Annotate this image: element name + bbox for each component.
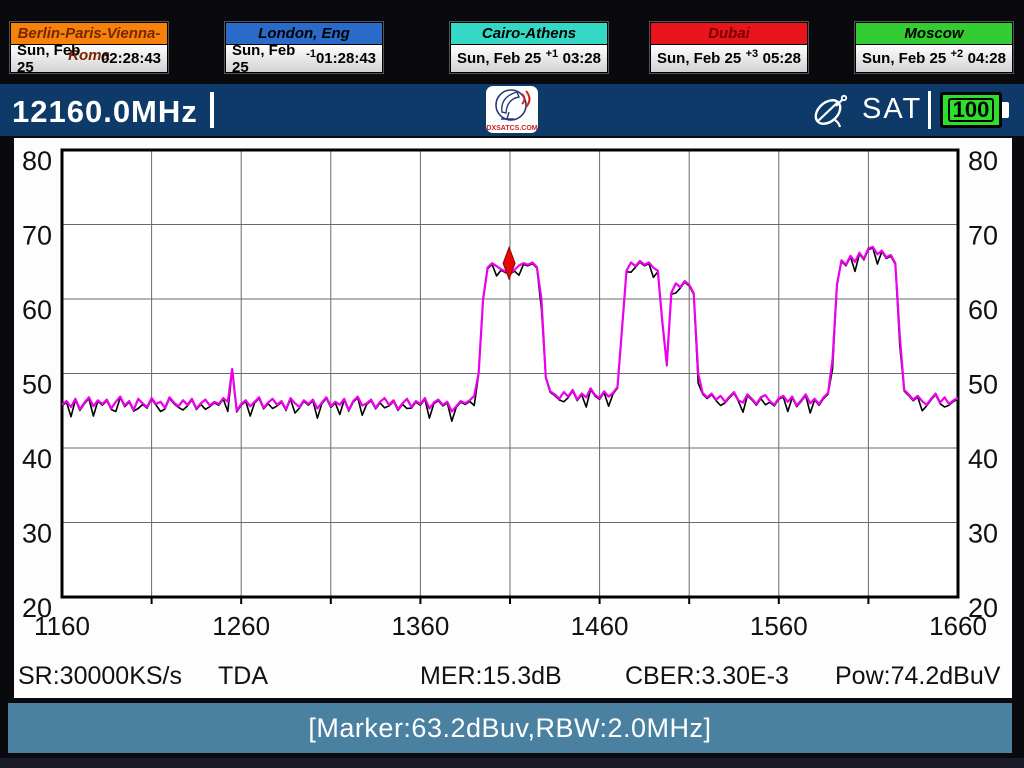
- y-axis-label-left: 60: [22, 295, 52, 325]
- clock-london: London, Eng Sun, Feb 25 -1 01:28:43: [225, 22, 383, 73]
- clock-utc-offset: -1: [306, 48, 316, 60]
- battery-indicator: 100: [940, 92, 1002, 128]
- x-axis-label: 1660: [929, 611, 987, 641]
- spectrum-plot: 8080707060605050404030302020116012601360…: [14, 138, 1012, 698]
- status-row: SR:30000KS/s TDA MER:15.3dB CBER:3.30E-3…: [14, 662, 1012, 690]
- y-axis-label-left: 80: [22, 146, 52, 176]
- clock-berlin: Berlin-Paris-Vienna-Roma Sun, Feb 25 02:…: [10, 22, 168, 73]
- clock-date: Sun, Feb 25: [232, 42, 306, 76]
- clock-time-row: Sun, Feb 25 +3 05:28: [651, 45, 807, 72]
- clock-city-label: Dubai: [651, 23, 807, 45]
- clock-utc-offset: +3: [746, 48, 759, 60]
- clock-time: 05:28: [763, 50, 801, 67]
- clock-cairo: Cairo-Athens Sun, Feb 25 +1 03:28: [450, 22, 608, 73]
- symbol-rate-value: SR:30000KS/s: [18, 662, 182, 691]
- clock-date: Sun, Feb 25: [457, 50, 541, 67]
- marker-readout-text: [Marker:63.2dBuv,RBW:2.0MHz]: [308, 713, 711, 744]
- header-bar: 12160.0MHz DXSATCS.COM SAT 100: [0, 84, 1024, 136]
- y-axis-label-left: 70: [22, 221, 52, 251]
- clock-time: 04:28: [968, 50, 1006, 67]
- y-axis-label-right: 40: [968, 444, 998, 474]
- logo-graphic: DXSATCS.COM: [486, 86, 538, 133]
- clock-utc-offset: +1: [546, 48, 559, 60]
- text-cursor: [210, 92, 214, 128]
- x-axis-label: 1360: [391, 611, 449, 641]
- x-axis-label: 1260: [212, 611, 270, 641]
- clock-time: 03:28: [563, 50, 601, 67]
- battery-terminal: [1002, 102, 1009, 118]
- y-axis-label-left: 40: [22, 444, 52, 474]
- satellite-dish-icon: [810, 89, 852, 133]
- clock-time-row: Sun, Feb 25 -1 01:28:43: [226, 45, 382, 72]
- y-axis-label-right: 30: [968, 519, 998, 549]
- clock-date: Sun, Feb 25: [17, 42, 101, 76]
- sat-mode-label: SAT: [862, 93, 922, 126]
- clock-time: 02:28:43: [101, 50, 161, 67]
- dxsatcs-logo: DXSATCS.COM: [486, 86, 538, 133]
- clock-moscow: Moscow Sun, Feb 25 +2 04:28: [855, 22, 1013, 73]
- spectrum-panel: 8080707060605050404030302020116012601360…: [14, 138, 1012, 698]
- y-axis-label-right: 60: [968, 295, 998, 325]
- frequency-value: 12160.0MHz: [12, 94, 198, 129]
- y-axis-label-left: 50: [22, 370, 52, 400]
- power-value: Pow:74.2dBuV: [835, 662, 1000, 691]
- clock-utc-offset: +2: [951, 48, 964, 60]
- bottom-edge-strip: [0, 758, 1024, 768]
- y-axis-label-left: 30: [22, 519, 52, 549]
- clock-dubai: Dubai Sun, Feb 25 +3 05:28: [650, 22, 808, 73]
- y-axis-label-right: 80: [968, 146, 998, 176]
- clock-date: Sun, Feb 25: [657, 50, 741, 67]
- satellite-meter-screen: Berlin-Paris-Vienna-Roma Sun, Feb 25 02:…: [0, 0, 1024, 768]
- x-axis-label: 1460: [571, 611, 629, 641]
- battery-level: 100: [948, 98, 994, 122]
- frequency-input[interactable]: 12160.0MHz: [12, 92, 214, 130]
- cber-value: CBER:3.30E-3: [625, 662, 789, 691]
- clock-time-row: Sun, Feb 25 +1 03:28: [451, 45, 607, 72]
- mer-value: MER:15.3dB: [420, 662, 562, 691]
- logo-text: DXSATCS.COM: [486, 125, 537, 132]
- clock-date: Sun, Feb 25: [862, 50, 946, 67]
- clock-time-row: Sun, Feb 25 +2 04:28: [856, 45, 1012, 72]
- y-axis-label-right: 70: [968, 221, 998, 251]
- y-axis-label-right: 50: [968, 370, 998, 400]
- clock-time: 01:28:43: [316, 50, 376, 67]
- clock-city-label: Moscow: [856, 23, 1012, 45]
- x-axis-label: 1160: [34, 611, 90, 641]
- mode-value: TDA: [218, 662, 268, 691]
- clock-time-row: Sun, Feb 25 02:28:43: [11, 45, 167, 72]
- header-divider: [928, 91, 931, 129]
- marker-readout-bar: [Marker:63.2dBuv,RBW:2.0MHz]: [8, 703, 1012, 753]
- x-axis-label: 1560: [750, 611, 808, 641]
- clock-city-label: Cairo-Athens: [451, 23, 607, 45]
